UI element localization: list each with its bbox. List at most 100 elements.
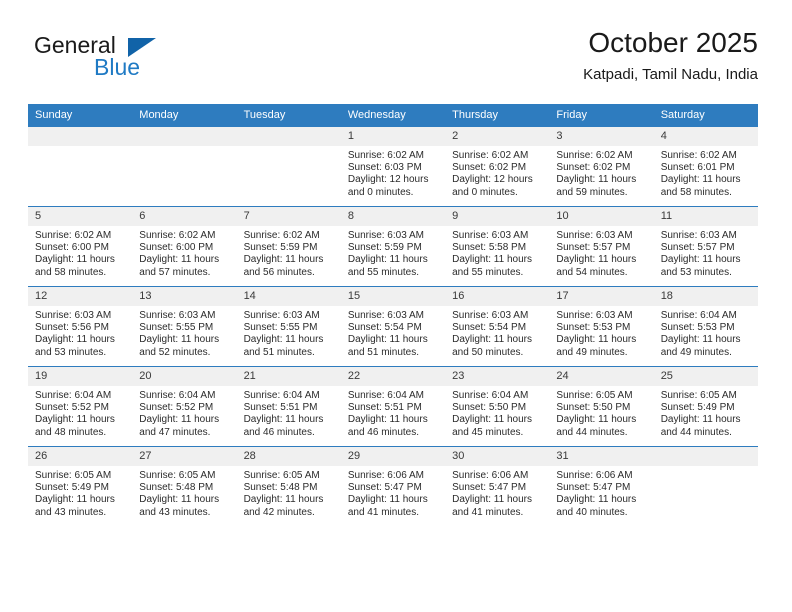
calendar-cell-day[interactable]: 30 Sunrise: 6:06 AM Sunset: 5:47 PM Dayligh… [445,446,550,526]
day-number: 9 [445,207,550,226]
day-number: 26 [28,447,133,466]
calendar-cell-day[interactable]: 16 Sunrise: 6:03 AM Sunset: 5:54 PM Dayligh… [445,286,550,367]
day-details: Sunrise: 6:02 AM Sunset: 6:02 PM Daylight:… [445,146,549,199]
daylight-duration-line2: and 41 minutes. [452,506,524,518]
day-number: 16 [445,287,550,306]
calendar-week-row: 1 Sunrise: 6:02 AM Sunset: 6:03 PM Daylight… [28,126,758,207]
calendar-cell-day[interactable]: 23 Sunrise: 6:04 AM Sunset: 5:50 PM Dayligh… [445,366,550,447]
daylight-duration-line2: and 49 minutes. [556,346,628,358]
daylight-duration-line2: and 55 minutes. [347,266,420,278]
sunset-time: Sunset: 5:50 PM [556,402,631,414]
calendar-cell-day[interactable]: 11 Sunrise: 6:03 AM Sunset: 5:57 PM Dayligh… [653,206,758,287]
day-number: 4 [653,127,758,146]
calendar-cell-day[interactable]: 24 Sunrise: 6:05 AM Sunset: 5:50 PM Dayligh… [549,366,654,447]
calendar-cell-day[interactable]: 12 Sunrise: 6:03 AM Sunset: 5:56 PM Dayligh… [28,286,133,367]
sunrise-time: Sunrise: 6:05 AM [35,470,112,481]
calendar-cell-day[interactable]: 26 Sunrise: 6:05 AM Sunset: 5:49 PM Dayligh… [28,446,133,526]
calendar-cell-day[interactable]: 17 Sunrise: 6:03 AM Sunset: 5:53 PM Dayligh… [549,286,654,367]
daylight-duration-line1: Daylight: 11 hours [452,254,532,266]
calendar-cell-day[interactable]: 7 Sunrise: 6:02 AM Sunset: 5:59 PM Daylight… [236,206,341,287]
sunrise-time: Sunrise: 6:05 AM [660,390,737,401]
calendar-cell-day[interactable]: 27 Sunrise: 6:05 AM Sunset: 5:48 PM Dayligh… [132,446,237,526]
calendar-cell-day[interactable]: 29 Sunrise: 6:06 AM Sunset: 5:47 PM Dayligh… [340,446,446,526]
calendar-cell-day[interactable]: 1 Sunrise: 6:02 AM Sunset: 6:03 PM Daylight… [340,126,446,207]
calendar-cell-day[interactable]: 4 Sunrise: 6:02 AM Sunset: 6:01 PM Daylight… [653,126,758,207]
sunset-time: Sunset: 5:55 PM [139,322,214,334]
title-block: October 2025 Katpadi, Tamil Nadu, India [583,26,758,84]
daylight-duration-line1: Daylight: 11 hours [556,494,637,506]
daylight-duration-line1: Daylight: 11 hours [347,334,428,346]
day-number: 25 [653,367,758,386]
daylight-duration-line1: Daylight: 11 hours [35,494,115,506]
daylight-duration-line1: Daylight: 11 hours [139,494,220,506]
calendar-cell-day[interactable]: 8 Sunrise: 6:03 AM Sunset: 5:59 PM Daylight… [340,206,446,287]
daylight-duration-line1: Daylight: 11 hours [347,414,428,426]
calendar-cell-day[interactable]: 5 Sunrise: 6:02 AM Sunset: 6:00 PM Daylight… [28,206,133,287]
day-details: Sunrise: 6:06 AM Sunset: 5:47 PM Daylight:… [341,466,445,519]
calendar-cell-day[interactable]: 31 Sunrise: 6:06 AM Sunset: 5:47 PM Dayligh… [549,446,654,526]
day-number [653,447,758,466]
daylight-duration-line1: Daylight: 11 hours [660,174,741,186]
day-details: Sunrise: 6:03 AM Sunset: 5:53 PM Daylight:… [549,306,653,359]
sunset-time: Sunset: 5:48 PM [139,482,214,494]
day-details: Sunrise: 6:03 AM Sunset: 5:56 PM Daylight:… [28,306,132,359]
daylight-duration-line1: Daylight: 11 hours [139,254,220,266]
daylight-duration-line1: Daylight: 11 hours [139,414,220,426]
daylight-duration-line1: Daylight: 11 hours [35,414,115,426]
calendar-cell-day[interactable]: 9 Sunrise: 6:03 AM Sunset: 5:58 PM Daylight… [445,206,550,287]
daylight-duration-line2: and 50 minutes. [452,346,524,358]
sunrise-time: Sunrise: 6:04 AM [243,390,320,401]
daylight-duration-line2: and 49 minutes. [660,346,732,358]
calendar-cell-empty [653,446,758,526]
calendar-cell-day[interactable]: 25 Sunrise: 6:05 AM Sunset: 5:49 PM Dayligh… [653,366,758,447]
calendar-cell-day[interactable]: 10 Sunrise: 6:03 AM Sunset: 5:57 PM Dayligh… [549,206,654,287]
day-number: 13 [132,287,237,306]
day-number: 28 [236,447,341,466]
sunset-time: Sunset: 5:47 PM [347,482,422,494]
calendar-cell-day[interactable]: 3 Sunrise: 6:02 AM Sunset: 6:02 PM Daylight… [549,126,654,207]
page-subtitle: Katpadi, Tamil Nadu, India [583,66,758,83]
sunset-time: Sunset: 5:49 PM [35,482,109,494]
day-details: Sunrise: 6:04 AM Sunset: 5:51 PM Daylight:… [341,386,445,439]
daylight-duration-line1: Daylight: 11 hours [243,494,324,506]
calendar-cell-day[interactable]: 18 Sunrise: 6:04 AM Sunset: 5:53 PM Dayligh… [653,286,758,367]
calendar-cell-day[interactable]: 21 Sunrise: 6:04 AM Sunset: 5:51 PM Dayligh… [236,366,341,447]
day-number: 6 [132,207,237,226]
daylight-duration-line2: and 52 minutes. [139,346,211,358]
calendar-cell-day[interactable]: 14 Sunrise: 6:03 AM Sunset: 5:55 PM Dayligh… [236,286,341,367]
calendar-cell-day[interactable]: 6 Sunrise: 6:02 AM Sunset: 6:00 PM Daylight… [132,206,237,287]
daylight-duration-line1: Daylight: 11 hours [660,254,741,266]
calendar-cell-day[interactable]: 2 Sunrise: 6:02 AM Sunset: 6:02 PM Daylight… [445,126,550,207]
sunset-time: Sunset: 5:54 PM [347,322,422,334]
day-details: Sunrise: 6:03 AM Sunset: 5:59 PM Daylight:… [341,226,445,279]
brand-logo[interactable]: General Blue [34,32,234,88]
daylight-duration-line2: and 0 minutes. [347,186,414,198]
calendar-cell-day[interactable]: 22 Sunrise: 6:04 AM Sunset: 5:51 PM Dayligh… [340,366,446,447]
daylight-duration-line2: and 51 minutes. [347,346,420,358]
calendar-cell-day[interactable]: 19 Sunrise: 6:04 AM Sunset: 5:52 PM Dayligh… [28,366,133,447]
page-title: October 2025 [588,27,758,58]
day-details: Sunrise: 6:03 AM Sunset: 5:54 PM Daylight:… [341,306,445,359]
calendar-cell-day[interactable]: 13 Sunrise: 6:03 AM Sunset: 5:55 PM Dayligh… [132,286,237,367]
daylight-duration-line1: Daylight: 12 hours [452,174,533,186]
sunrise-time: Sunrise: 6:03 AM [243,310,320,321]
day-number: 30 [445,447,550,466]
day-number: 8 [340,207,446,226]
sunrise-time: Sunrise: 6:03 AM [35,310,112,321]
day-details: Sunrise: 6:02 AM Sunset: 6:00 PM Daylight:… [132,226,236,279]
daylight-duration-line1: Daylight: 11 hours [347,254,428,266]
day-details: Sunrise: 6:03 AM Sunset: 5:55 PM Daylight:… [132,306,236,359]
day-number: 29 [340,447,446,466]
day-details: Sunrise: 6:03 AM Sunset: 5:55 PM Daylight:… [237,306,341,359]
day-number: 27 [132,447,237,466]
sunset-time: Sunset: 6:02 PM [556,162,631,174]
sunset-time: Sunset: 5:47 PM [452,482,527,494]
calendar-cell-day[interactable]: 15 Sunrise: 6:03 AM Sunset: 5:54 PM Dayligh… [340,286,446,367]
daylight-duration-line2: and 44 minutes. [660,426,732,438]
day-details: Sunrise: 6:03 AM Sunset: 5:57 PM Daylight:… [654,226,758,279]
daylight-duration-line1: Daylight: 11 hours [660,414,741,426]
sunrise-time: Sunrise: 6:04 AM [347,390,424,401]
day-details: Sunrise: 6:06 AM Sunset: 5:47 PM Daylight:… [549,466,653,519]
calendar-cell-day[interactable]: 28 Sunrise: 6:05 AM Sunset: 5:48 PM Dayligh… [236,446,341,526]
calendar-cell-day[interactable]: 20 Sunrise: 6:04 AM Sunset: 5:52 PM Dayligh… [132,366,237,447]
